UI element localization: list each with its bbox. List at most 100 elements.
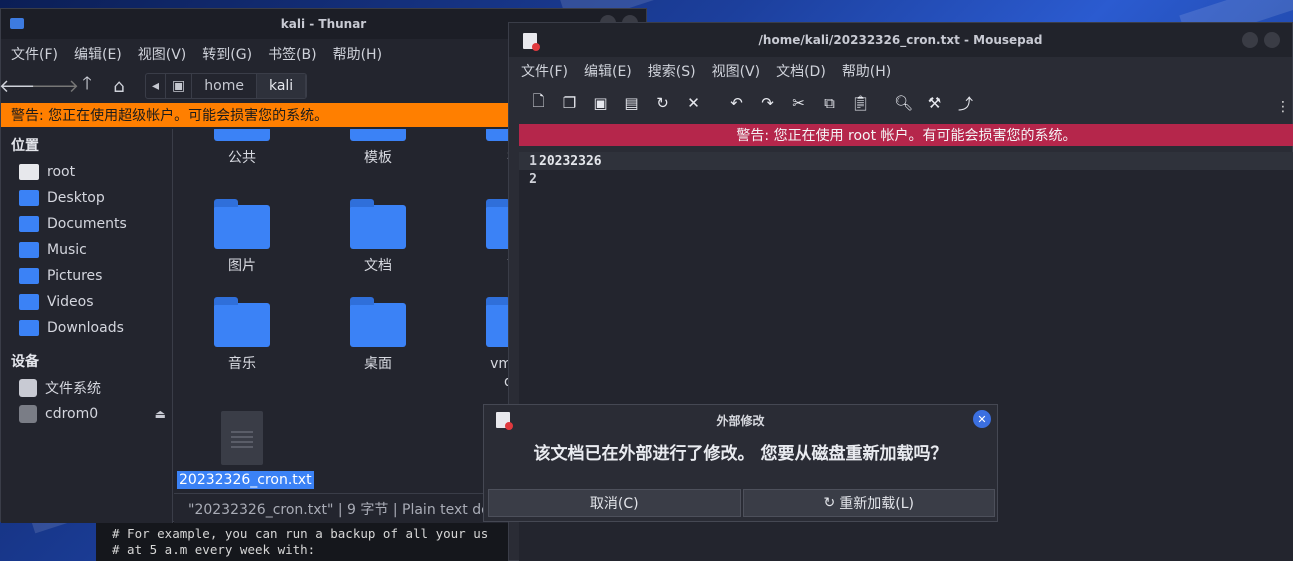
file-label: 桌面 [364,356,392,372]
pictures-folder-icon [19,268,39,284]
reload-icon: ↻ [823,495,836,511]
menu-view[interactable]: 视图(V) [712,61,761,81]
menu-edit[interactable]: 编辑(E) [74,44,122,64]
file-item-selected[interactable]: 20232326_cron.txt [177,411,314,489]
line-number: 1 [529,153,537,169]
copy-icon[interactable]: ⧉ [814,89,845,117]
goto-line-icon[interactable]: ⤴ [950,89,981,117]
file-label: 音乐 [228,356,256,372]
home-icon[interactable]: ⌂ [105,73,133,99]
sidebar-item-cdrom0[interactable]: cdrom0 ⏏ [1,401,172,427]
folder-item[interactable]: 桌面 [313,297,443,373]
find-replace-icon[interactable]: ⚒ [919,89,950,117]
window-title: kali - Thunar [280,17,367,31]
overflow-menu-icon[interactable]: ⋮ [1276,99,1290,115]
cut-icon[interactable]: ✂ [783,89,814,117]
file-label: 模板 [364,150,392,166]
root-warning-banner: 警告: 您正在使用 root 帐户。有可能会损害您的系统。 [519,124,1293,146]
sidebar-item-label: Pictures [47,268,103,284]
close-icon[interactable]: ✕ [973,410,991,428]
line-text: 20232326 [539,153,602,169]
mousepad-titlebar[interactable]: /home/kali/20232326_cron.txt - Mousepad [509,23,1292,57]
save-as-icon[interactable]: ▤ [616,89,647,117]
sidebar-item-label: cdrom0 [45,406,99,422]
menu-search[interactable]: 搜索(S) [648,61,696,81]
drive-icon [19,379,37,397]
folder-item[interactable]: 公共 [177,129,307,167]
undo-icon[interactable]: ↶ [721,89,752,117]
reload-icon[interactable]: ↻ [647,89,678,117]
breadcrumb: ◂ ▣ home kali [145,73,308,99]
reload-button[interactable]: ↻ 重新加载(L) [742,489,995,517]
crumb-kali[interactable]: kali [256,74,307,98]
sidebar-item-videos[interactable]: Videos [1,289,172,315]
terminal-line: # at 5 a.m every week with: [112,542,316,557]
folder-icon [214,129,270,141]
menu-help[interactable]: 帮助(H) [333,44,382,64]
file-label: 图片 [228,258,256,274]
dialog-title: 外部修改 [716,413,765,428]
terminal-line: # For example, you can run a backup of a… [112,526,489,541]
folder-icon [214,297,270,347]
menu-document[interactable]: 文档(D) [776,61,826,81]
documents-folder-icon [19,216,39,232]
menu-file[interactable]: 文件(F) [11,44,58,64]
sidebar-item-label: Music [47,242,87,258]
file-label: 公共 [228,150,256,166]
menu-file[interactable]: 文件(F) [521,61,568,81]
folder-item[interactable]: 文档 [313,199,443,275]
cancel-button[interactable]: 取消(C) [488,489,741,517]
redo-icon[interactable]: ↷ [752,89,783,117]
paste-icon[interactable]: 📋︎ [845,89,876,117]
external-modification-dialog: 外部修改 ✕ 该文档已在外部进行了修改。 您要从磁盘重新加载吗？ 取消(C) ↻… [483,404,998,522]
folder-item[interactable]: 音乐 [177,297,307,373]
search-icon[interactable]: 🔍︎ [888,89,919,117]
minimize-button[interactable] [1242,32,1258,48]
videos-folder-icon [19,294,39,310]
sidebar-item-filesystem[interactable]: 文件系统 [1,375,172,401]
forward-arrow-icon[interactable]: 🡒 [31,73,79,99]
sidebar-item-documents[interactable]: Documents [1,211,172,237]
close-document-icon[interactable]: ✕ [678,89,709,117]
dialog-titlebar[interactable]: 外部修改 ✕ [484,405,997,435]
eject-icon[interactable]: ⏏ [155,407,166,421]
thunar-sidebar: 位置 root Desktop Documents Music Pictures… [1,129,173,523]
folder-icon [10,18,24,29]
up-arrow-icon[interactable]: 🡑 [73,73,101,99]
menu-bookmarks[interactable]: 书签(B) [268,44,317,64]
sidebar-item-label: Downloads [47,320,124,336]
root-drive-icon[interactable]: ▣ [166,74,193,98]
line-number: 2 [529,171,537,187]
menu-go[interactable]: 转到(G) [202,44,252,64]
places-header: 位置 [11,138,39,154]
cdrom-icon [19,405,37,423]
folder-icon [350,129,406,141]
mousepad-toolbar: 🗋 ❐ ▣ ▤ ↻ ✕ ↶ ↷ ✂ ⧉ 📋︎ 🔍︎ ⚒ ⤴ [509,85,1292,121]
editor-line: 2 [519,170,1293,188]
new-document-icon[interactable]: 🗋 [523,89,554,117]
maximize-button[interactable] [1264,32,1280,48]
crumb-scroll-left-icon[interactable]: ◂ [146,74,167,98]
sidebar-item-downloads[interactable]: Downloads [1,315,172,341]
desktop-folder-icon [19,190,39,206]
new-window-icon[interactable]: ❐ [554,89,585,117]
folder-icon [350,297,406,347]
folder-item[interactable]: 模板 [313,129,443,167]
menu-edit[interactable]: 编辑(E) [584,61,632,81]
menu-view[interactable]: 视图(V) [138,44,187,64]
sidebar-item-music[interactable]: Music [1,237,172,263]
sidebar-item-label: Desktop [47,190,105,206]
devices-header: 设备 [11,354,39,370]
save-icon[interactable]: ▣ [585,89,616,117]
downloads-folder-icon [19,320,39,336]
menu-help[interactable]: 帮助(H) [842,61,891,81]
crumb-home[interactable]: home [192,74,257,98]
folder-item[interactable]: 图片 [177,199,307,275]
terminal-window: # For example, you can run a backup of a… [96,520,526,561]
sidebar-item-root[interactable]: root [1,159,172,185]
reload-label: 重新加载(L) [839,496,914,512]
mousepad-menubar: 文件(F) 编辑(E) 搜索(S) 视图(V) 文档(D) 帮助(H) [509,57,1292,85]
sidebar-item-label: Documents [47,216,127,232]
sidebar-item-pictures[interactable]: Pictures [1,263,172,289]
sidebar-item-desktop[interactable]: Desktop [1,185,172,211]
